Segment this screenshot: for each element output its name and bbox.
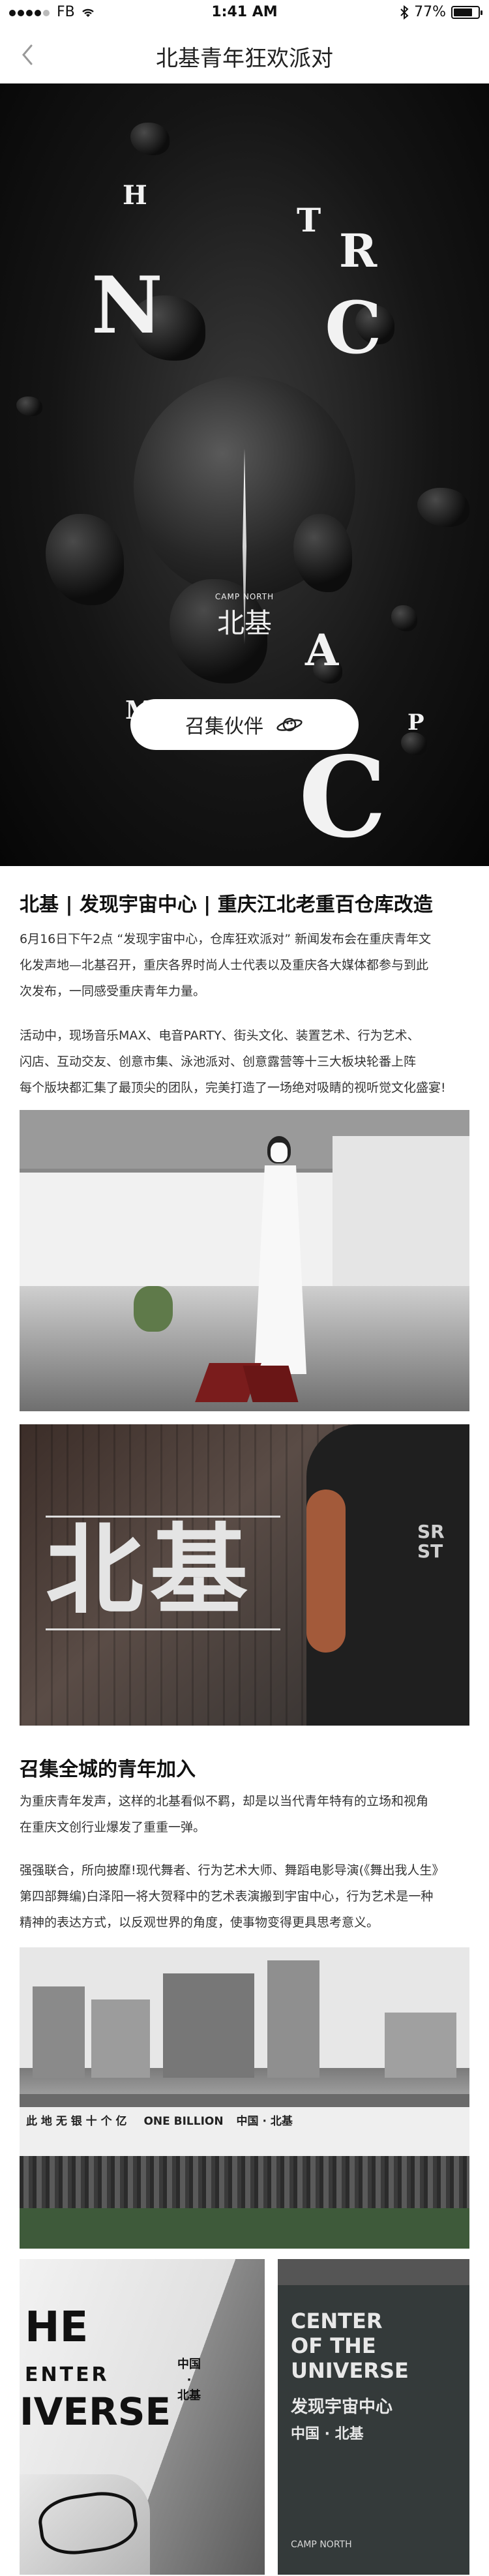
section-heading: 召集全城的青年加入 [20, 1758, 196, 1781]
asteroid [417, 488, 469, 527]
hero-poster: H T R N C A M P C CAMP NORTH 北基 召集伙伴 [0, 83, 489, 866]
article-paragraph: 6月16日下午2点 “发现宇宙中心，仓库狂欢派对” 新闻发布会在重庆青年文 化发… [20, 926, 469, 1004]
paragraph-line: 在重庆文创行业爆发了重重一弹。 [20, 1820, 206, 1835]
wall-side-text: 中国 · 北基 [176, 2357, 202, 2404]
asteroid [46, 514, 124, 605]
asteroid [130, 123, 170, 155]
paragraph-line: 闪店、互动交友、创意市集、泳池派对、创意露营等十三大板块轮番上阵 [20, 1055, 417, 1069]
universe-sign: CENTER OF THE UNIVERSE [291, 2309, 409, 2383]
sign-line: UNIVERSE [291, 2358, 409, 2383]
poster-letter: C [299, 732, 387, 863]
paragraph-line: 6月16日下午2点 “发现宇宙中心，仓库狂欢派对” 新闻发布会在重庆青年文 [20, 932, 432, 946]
nav-bar: 北基青年狂欢派对 [0, 26, 489, 84]
sign-small: CAMP NORTH [291, 2539, 352, 2550]
poster-letter: P [408, 710, 424, 736]
warehouse-crowd-photo: 此 地 无 银 十 个 亿 ONE BILLION 中国 · 北基 [20, 1947, 469, 2249]
sign-line: CENTER [291, 2309, 383, 2333]
paragraph-line: 化发声地—北基召开，重庆各界时尚人士代表以及重庆各大媒体都参与到此 [20, 958, 429, 972]
asteroid [391, 605, 417, 631]
graffiti-wall-photo: HE ENTER IVERSE 中国 · 北基 [20, 2259, 265, 2575]
wall-text: ENTER [25, 2363, 110, 2386]
wall-side-line: 北基 [177, 2389, 201, 2403]
battery-icon [451, 5, 482, 19]
shirt-print: SR ST [417, 1521, 445, 1562]
poster-letter: N [91, 260, 163, 352]
asteroid [16, 397, 42, 416]
paragraph-line: 第四部舞编)白泽阳一将大贺释中的艺术表演搬到宇宙中心，行为艺术是一种 [20, 1889, 434, 1904]
battery-fill [454, 8, 472, 16]
article-paragraph: 强强联合，所向披靡!现代舞者、行为艺术大师、舞蹈电影导演(《舞出我人生》 第四部… [20, 1857, 469, 1936]
wall-side-line: · [186, 2373, 192, 2387]
article-paragraph: 为重庆青年发声，这样的北基看似不羁，却是以当代青年特有的立场和视角 在重庆文创行… [20, 1788, 469, 1840]
asteroid [401, 732, 427, 755]
sign-line: OF THE [291, 2333, 376, 2358]
sign-photo: 北基 SR ST [20, 1424, 469, 1726]
poster-letter: T [297, 201, 321, 239]
recruit-partners-button[interactable]: 召集伙伴 [130, 699, 359, 750]
warehouse-sign-cn: 此 地 无 银 十 个 亿 [26, 2115, 127, 2128]
wall-text: IVERSE [20, 2389, 171, 2434]
paragraph-line: 次发布，一同感受重庆青年力量。 [20, 984, 206, 998]
universe-sign-photo: CENTER OF THE UNIVERSE 发现宇宙中心 中国 · 北基 CA… [278, 2259, 469, 2575]
poster-letter: H [123, 180, 147, 211]
warehouse-sign-cn2: 中国 · 北基 [236, 2115, 293, 2128]
sign-cn2: 中国 · 北基 [291, 2426, 364, 2442]
camp-north-logo: CAMP NORTH 北基 [215, 592, 274, 639]
paragraph-line: 每个版块都汇集了最顶尖的团队，完美打造了一场绝对吸睛的视听觉文化盛宴! [20, 1081, 446, 1095]
battery-percent: 77% [414, 4, 446, 20]
wall-text: HE [25, 2303, 89, 2352]
sign-text: 北基 [46, 1514, 255, 1628]
sign-cn: 发现宇宙中心 [291, 2397, 393, 2417]
paragraph-line: 强强联合，所向披靡!现代舞者、行为艺术大师、舞蹈电影导演(《舞出我人生》 [20, 1863, 445, 1878]
poster-letter: R [339, 224, 378, 278]
article-paragraph: 活动中，现场音乐MAX、电音PARTY、街头文化、装置艺术、行为艺术、 闪店、互… [20, 1023, 469, 1101]
recruit-label: 召集伙伴 [185, 715, 263, 738]
paragraph-line: 为重庆青年发声，这样的北基看似不羁，却是以当代青年特有的立场和视角 [20, 1794, 429, 1808]
warehouse-sign-en: ONE BILLION [143, 2115, 224, 2128]
article-heading: 北基 | 发现宇宙中心 | 重庆江北老重百仓库改造 [20, 893, 433, 916]
planet-icon [276, 717, 303, 732]
status-bar: FB 1:41 AM 77% [0, 0, 489, 26]
wall-side-line: 中国 [177, 2358, 201, 2371]
poster-letter: A [305, 625, 339, 676]
page-title: 北基青年狂欢派对 [156, 46, 333, 72]
poster-letter: C [325, 286, 382, 370]
paragraph-line: 活动中，现场音乐MAX、电音PARTY、街头文化、装置艺术、行为艺术、 [20, 1028, 420, 1043]
performer-photo [20, 1110, 469, 1411]
bluetooth-icon [400, 5, 409, 20]
paragraph-line: 精神的表达方式，以反观世界的角度，使事物变得更具思考意义。 [20, 1915, 379, 1930]
